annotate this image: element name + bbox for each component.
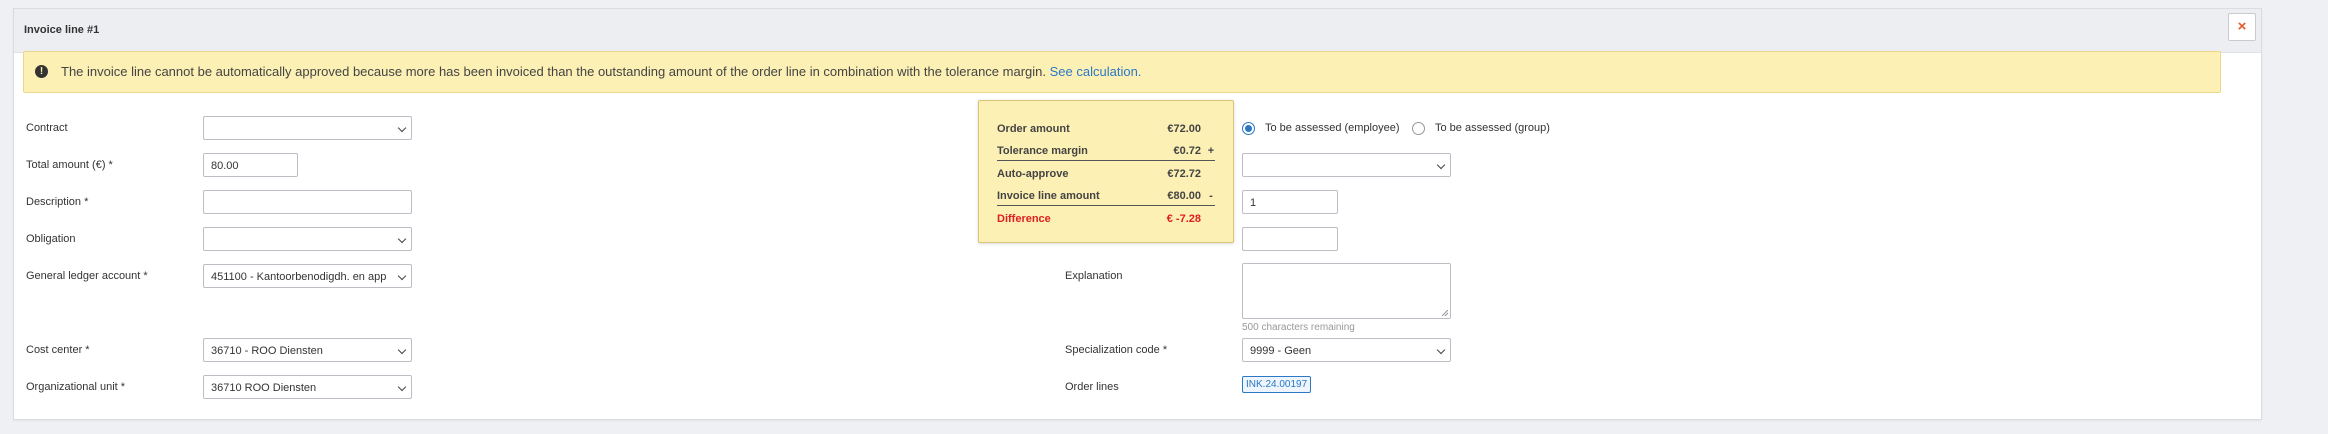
org-unit-select[interactable]: 36710 ROO Diensten <box>203 375 412 399</box>
quantity-input[interactable]: 1 <box>1242 190 1338 214</box>
calc-value: € -7.28 <box>1166 213 1201 225</box>
right-input-row4[interactable] <box>1242 227 1338 251</box>
calc-label: Tolerance margin <box>997 145 1088 157</box>
see-calculation-link[interactable]: See calculation. <box>1050 64 1142 79</box>
explanation-textarea[interactable] <box>1242 263 1451 319</box>
calc-row-difference: Difference € -7.28 <box>997 211 1215 228</box>
gl-account-value: 451100 - Kantoorbenodigdh. en app <box>211 271 387 283</box>
explanation-hint: 500 characters remaining <box>1242 322 1355 333</box>
assess-group-radio[interactable] <box>1412 122 1425 135</box>
chevron-down-icon <box>397 271 407 281</box>
org-unit-value: 36710 ROO Diensten <box>211 382 317 394</box>
assess-group-label: To be assessed (group) <box>1435 122 1550 134</box>
alert-message: The invoice line cannot be automatically… <box>61 64 1141 79</box>
description-input[interactable] <box>203 190 412 214</box>
contract-label: Contract <box>26 122 68 134</box>
chevron-down-icon <box>397 123 407 133</box>
chevron-down-icon <box>397 234 407 244</box>
total-amount-label: Total amount (€) * <box>26 159 113 171</box>
total-amount-input[interactable]: 80.00 <box>203 153 298 177</box>
calc-value: €72.00 <box>1167 123 1201 135</box>
approval-alert: ! The invoice line cannot be automatical… <box>23 51 2221 93</box>
calc-value: €0.72 <box>1173 145 1201 157</box>
calc-value: €72.72 <box>1167 168 1201 180</box>
obligation-label: Obligation <box>26 233 76 245</box>
close-button[interactable]: × <box>2228 13 2256 41</box>
obligation-select[interactable] <box>203 227 412 251</box>
calc-row-auto-approve: Auto-approve €72.72 <box>997 166 1215 183</box>
explanation-label: Explanation <box>1065 270 1123 282</box>
specialization-label: Specialization code * <box>1065 344 1168 356</box>
calc-label: Invoice line amount <box>997 190 1100 202</box>
chevron-down-icon <box>1436 160 1446 170</box>
calculation-popover: Order amount €72.00 Tolerance margin €0.… <box>978 100 1234 243</box>
assess-employee-radio[interactable] <box>1242 122 1255 135</box>
calc-value: €80.00 <box>1167 190 1201 202</box>
specialization-value: 9999 - Geen <box>1250 345 1312 357</box>
right-select-row2[interactable] <box>1242 153 1451 177</box>
chevron-down-icon <box>1436 345 1446 355</box>
calc-label: Order amount <box>997 123 1070 135</box>
cost-center-select[interactable]: 36710 - ROO Diensten <box>203 338 412 362</box>
calc-label: Auto-approve <box>997 168 1069 180</box>
chevron-down-icon <box>397 345 407 355</box>
panel-title: Invoice line #1 <box>24 24 100 36</box>
calc-label: Difference <box>997 213 1051 225</box>
cost-center-value: 36710 - ROO Diensten <box>211 345 323 357</box>
calc-row-invoice-line-amount: Invoice line amount €80.00 - <box>997 188 1215 206</box>
assess-employee-label: To be assessed (employee) <box>1265 122 1400 134</box>
order-lines-label: Order lines <box>1065 381 1119 393</box>
chevron-down-icon <box>397 382 407 392</box>
close-icon: × <box>2237 18 2247 35</box>
resize-handle-icon[interactable] <box>1442 310 1448 316</box>
panel-header: Invoice line #1 × <box>14 9 2261 53</box>
quantity-value: 1 <box>1250 197 1257 209</box>
specialization-select[interactable]: 9999 - Geen <box>1242 338 1451 362</box>
order-line-tag[interactable]: INK.24.00197 <box>1242 376 1312 393</box>
calc-row-order-amount: Order amount €72.00 <box>997 121 1215 138</box>
gl-account-select[interactable]: 451100 - Kantoorbenodigdh. en app <box>203 264 412 288</box>
contract-select[interactable] <box>203 116 412 140</box>
total-amount-value: 80.00 <box>211 160 239 172</box>
alert-text: The invoice line cannot be automatically… <box>61 64 1046 79</box>
calc-row-tolerance-margin: Tolerance margin €0.72 + <box>997 143 1215 161</box>
calc-operator: + <box>1207 145 1215 157</box>
exclamation-circle-icon: ! <box>35 65 48 78</box>
cost-center-label: Cost center * <box>26 344 90 356</box>
org-unit-label: Organizational unit * <box>26 381 126 393</box>
description-label: Description * <box>26 196 89 208</box>
calc-operator: - <box>1209 190 1213 202</box>
gl-account-label: General ledger account * <box>26 270 148 282</box>
